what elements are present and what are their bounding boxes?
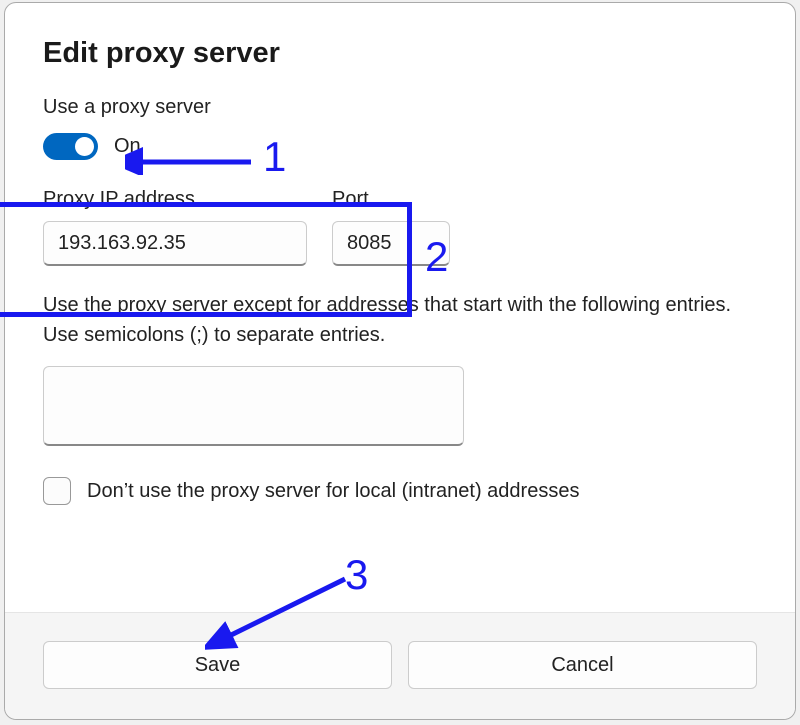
dialog-title: Edit proxy server [43,37,757,70]
exceptions-desc: Use the proxy server except for addresse… [43,290,757,350]
edit-proxy-dialog: Edit proxy server Use a proxy server On … [4,2,796,720]
port-label: Port [332,188,450,211]
toggle-state-label: On [114,135,141,158]
proxy-port-input[interactable] [332,221,450,266]
dialog-content: Edit proxy server Use a proxy server On … [5,3,795,612]
port-col: Port [332,188,450,266]
toggle-row: On [43,133,757,160]
ip-port-row: Proxy IP address Port [43,188,757,266]
exceptions-input[interactable] [43,366,464,446]
local-check-label: Don’t use the proxy server for local (in… [87,480,579,503]
ip-col: Proxy IP address [43,188,307,266]
ip-label: Proxy IP address [43,188,307,211]
proxy-ip-input[interactable] [43,221,307,266]
toggle-knob-icon [75,137,94,156]
local-checkbox[interactable] [43,477,71,505]
use-proxy-label: Use a proxy server [43,96,757,119]
proxy-toggle[interactable] [43,133,98,160]
cancel-button[interactable]: Cancel [408,641,757,689]
save-button[interactable]: Save [43,641,392,689]
annotation-number-3: 3 [345,551,368,599]
local-check-row: Don’t use the proxy server for local (in… [43,477,757,505]
dialog-footer: Save Cancel [5,612,795,719]
